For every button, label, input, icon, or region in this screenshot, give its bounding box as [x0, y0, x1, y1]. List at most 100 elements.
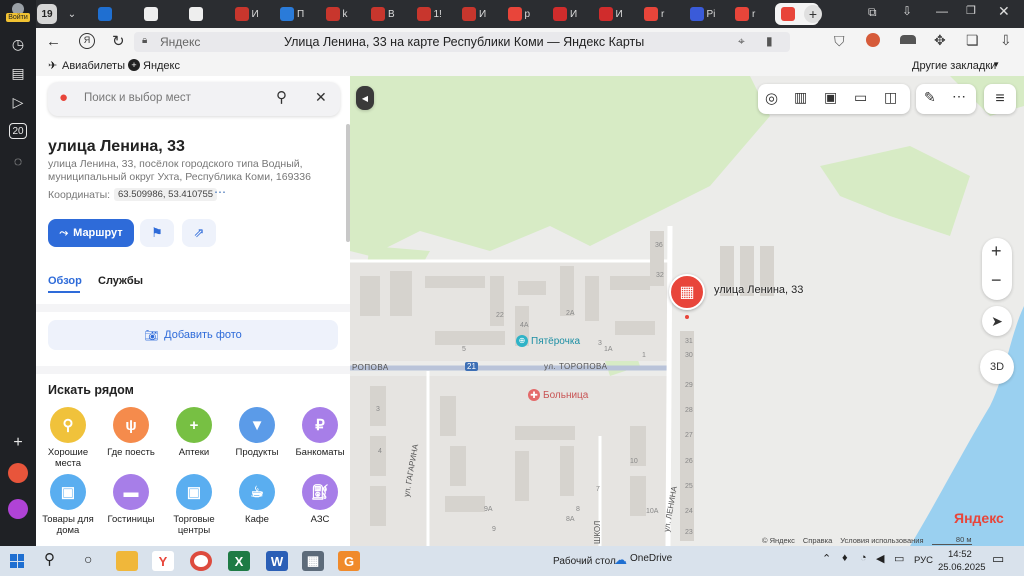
profile-avatar[interactable]: Войти — [6, 3, 30, 23]
route-button[interactable]: ⤳ Маршрут — [48, 219, 134, 247]
tab-item[interactable]: Pi — [684, 3, 729, 25]
footer-terms[interactable]: Условия использования — [840, 536, 923, 545]
location-marker[interactable]: ▦ — [669, 274, 705, 310]
tab-services[interactable]: Службы — [98, 275, 143, 287]
tab-item[interactable]: П — [274, 3, 319, 25]
calculator-icon[interactable]: ▦ — [302, 551, 324, 571]
video-icon[interactable]: ▷ — [8, 92, 28, 112]
menu-button[interactable]: ≡ — [984, 84, 1016, 114]
alice-icon[interactable] — [8, 463, 28, 483]
tab-item[interactable]: 1! — [411, 3, 456, 25]
search-box[interactable]: ● Поиск и выбор мест ⚲ ✕ — [48, 82, 340, 116]
desktop-label[interactable]: Рабочий стол — [553, 556, 616, 567]
tab-item[interactable]: В — [365, 3, 410, 25]
category-row2-2[interactable]: ▣ Торговые центры — [164, 474, 224, 536]
poi-hospital[interactable]: ✚ Больница — [528, 389, 588, 401]
login-label[interactable]: Войти — [6, 13, 30, 22]
onedrive-label[interactable]: OneDrive — [630, 553, 672, 564]
messenger-icon[interactable]: ◌ — [8, 151, 28, 171]
extension-icon[interactable] — [866, 33, 880, 47]
category-row2-0[interactable]: ▣ Товары для дома — [38, 474, 98, 536]
downloads-icon[interactable]: ⇩ — [902, 4, 918, 22]
tab-item[interactable] — [138, 3, 183, 25]
close-icon[interactable]: ✕ — [315, 89, 327, 106]
tab-item[interactable]: r — [729, 3, 774, 25]
volume-icon[interactable]: ◀ — [876, 552, 884, 565]
tab-item[interactable] — [92, 3, 137, 25]
search-icon[interactable]: ⚲ — [276, 88, 287, 106]
coords-value[interactable]: 63.509986, 53.410755 — [114, 188, 218, 201]
tab-list-chevron-icon[interactable]: ⌄ — [62, 4, 82, 24]
map-canvas[interactable] — [350, 76, 1024, 546]
tray-chevron-icon[interactable]: ⌃ — [822, 552, 831, 565]
share-button[interactable]: ⇗ — [182, 219, 216, 247]
reload-button[interactable]: ↻ — [112, 32, 125, 50]
coords-more-icon[interactable]: ⋯ — [214, 185, 226, 199]
category-row1-0[interactable]: ⚲ Хорошие места — [38, 407, 98, 469]
category-row1-3[interactable]: ▼ Продукты — [227, 407, 287, 458]
counter-badge[interactable]: 20 — [9, 123, 27, 139]
location-icon[interactable]: ⌖ — [738, 34, 745, 49]
address-bar[interactable]: 🔒︎ Яндекс Улица Ленина, 33 на карте Респ… — [134, 32, 790, 52]
category-row1-1[interactable]: ψ Где поесть — [101, 407, 161, 458]
category-row1-4[interactable]: ₽ Банкоматы — [290, 407, 350, 458]
bookmark-aviatickets[interactable]: Авиабилеты — [62, 60, 125, 72]
onedrive-icon[interactable]: ☁ — [614, 552, 627, 568]
language-indicator[interactable]: РУС — [914, 555, 933, 566]
app-icon[interactable]: G — [338, 551, 360, 571]
map-view[interactable]: 36 32 31 30 29 28 27 26 25 24 23 22 5 4А 2А 3 1А 1 3 4 9А 9 8А… — [350, 76, 1024, 546]
yandex-button[interactable]: Я — [79, 33, 95, 49]
category-row1-2[interactable]: + Аптеки — [164, 407, 224, 458]
explorer-icon[interactable] — [116, 551, 138, 571]
bus-icon[interactable]: ▭ — [854, 89, 867, 106]
shield-icon[interactable]: ⛉ — [834, 33, 845, 50]
poi-shop[interactable]: ⊕ Пятёрочка — [516, 335, 580, 347]
more-icon[interactable]: ⋯ — [952, 88, 966, 105]
category-row2-1[interactable]: ▬ Гостиницы — [101, 474, 161, 525]
zoom-in-button[interactable]: + — [991, 241, 1002, 262]
footer-help[interactable]: Справка — [803, 536, 832, 545]
camera-icon[interactable]: ▣ — [824, 89, 837, 106]
tab-item[interactable]: r — [638, 3, 683, 25]
search-taskbar-icon[interactable]: ⚲ — [44, 550, 55, 568]
puzzle-icon[interactable]: ✥ — [934, 32, 946, 49]
restore-button[interactable]: ❐ — [966, 4, 982, 22]
tab-item[interactable]: И — [229, 3, 274, 25]
history-icon[interactable]: ◷ — [8, 34, 28, 54]
ruler-icon[interactable]: ✎ — [924, 89, 936, 106]
tab-item[interactable]: k — [320, 3, 365, 25]
panorama-icon[interactable]: ◫ — [884, 89, 897, 106]
cap-icon[interactable] — [900, 35, 916, 44]
category-row2-3[interactable]: ☕︎ Кафе — [227, 474, 287, 525]
assistant-icon[interactable] — [8, 499, 28, 519]
tab-item[interactable]: p — [502, 3, 547, 25]
panel-scrollbar[interactable] — [346, 124, 350, 242]
new-tab-button[interactable]: + — [804, 5, 822, 23]
add-icon[interactable]: + — [8, 433, 28, 453]
tab-item[interactable]: И — [456, 3, 501, 25]
tab-item[interactable] — [183, 3, 228, 25]
apps-icon[interactable]: ❏ — [966, 32, 979, 49]
tab-item[interactable]: И — [593, 3, 638, 25]
tab-overview[interactable]: Обзор — [48, 275, 82, 287]
microphone-icon[interactable]: ♦ — [842, 552, 848, 564]
word-icon[interactable]: W — [266, 551, 288, 571]
close-window-button[interactable]: ✕ — [998, 3, 1014, 21]
back-button[interactable]: ← — [46, 33, 61, 50]
layers-icon[interactable]: ◎ — [765, 89, 778, 107]
clock-time[interactable]: 14:52 — [948, 549, 972, 560]
search-input[interactable]: Поиск и выбор мест — [84, 92, 191, 104]
chrome-icon[interactable] — [190, 551, 212, 571]
bookmark-button[interactable]: ⚑ — [140, 219, 174, 247]
collapse-panel-button[interactable]: ◀ — [356, 86, 374, 110]
wifi-icon[interactable]: ◔ — [860, 552, 867, 564]
other-bookmarks[interactable]: Другие закладки — [912, 60, 996, 72]
collections-icon[interactable]: ▤ — [8, 63, 28, 83]
minimize-button[interactable]: — — [936, 4, 952, 22]
tab-count-badge[interactable]: 19 — [37, 4, 57, 24]
clock-date[interactable]: 25.06.2025 — [938, 562, 986, 573]
bookmark-icon[interactable]: ▮ — [766, 34, 773, 48]
category-row2-4[interactable]: ⛽︎ АЗС — [290, 474, 350, 525]
start-icon[interactable] — [10, 554, 24, 568]
download-icon[interactable]: ⇩ — [1000, 32, 1012, 49]
